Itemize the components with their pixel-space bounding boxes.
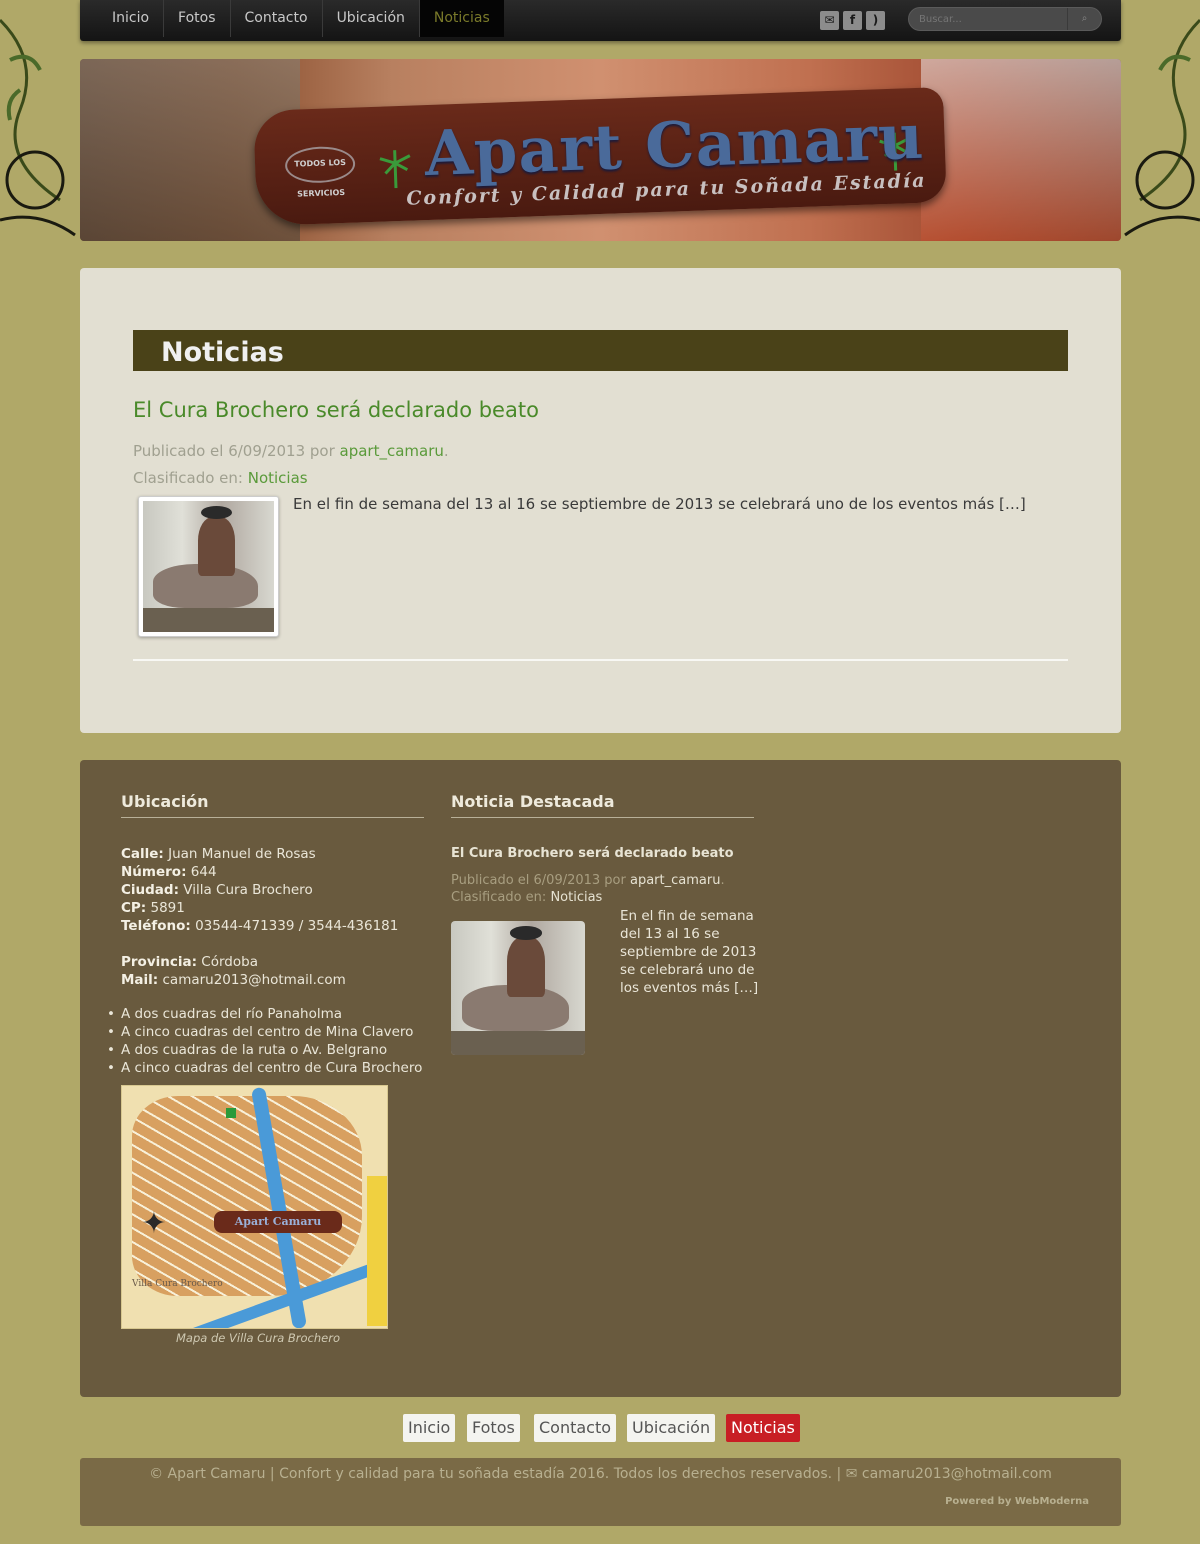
post-thumbnail[interactable] xyxy=(138,496,279,637)
category-link[interactable]: Noticias xyxy=(248,469,308,487)
mail-icon: ✉ xyxy=(845,1466,862,1482)
map-caption: Mapa de Villa Cura Brochero xyxy=(176,1331,341,1345)
map-brand-label: Apart Camaru xyxy=(214,1211,342,1233)
nav-item-contacto[interactable]: Contacto xyxy=(231,0,323,37)
top-navigation-bar: Inicio Fotos Contacto Ubicación Noticias… xyxy=(80,0,1121,41)
featured-thumbnail-image xyxy=(451,921,585,1055)
footer-nav-inicio[interactable]: Inicio xyxy=(403,1414,456,1442)
brand-sign[interactable]: TODOS LOS SERVICIOS Apart Camaru Confort… xyxy=(253,86,947,227)
footer-widgets: Ubicación Calle: Juan Manuel de Rosas Nú… xyxy=(80,760,1121,1397)
footer-nav-contacto[interactable]: Contacto xyxy=(534,1414,617,1442)
featured-post-thumbnail[interactable] xyxy=(451,921,585,1055)
search-button[interactable]: ⌕ xyxy=(1067,8,1101,30)
address-city: Ciudad: Villa Cura Brochero xyxy=(121,882,313,898)
nav-item-ubicacion[interactable]: Ubicación xyxy=(323,0,420,37)
copyright-footer: © Apart Camaru | Confort y calidad para … xyxy=(80,1458,1121,1526)
post-published-meta: Publicado el 6/09/2013 por apart_camaru. xyxy=(133,442,449,460)
copyright-text: © Apart Camaru | Confort y calidad para … xyxy=(149,1466,846,1482)
palm-tree-icon xyxy=(379,150,411,189)
nav-item-inicio[interactable]: Inicio xyxy=(98,0,165,37)
list-item: A dos cuadras del río Panaholma xyxy=(107,1005,422,1023)
featured-category-meta: Clasificado en: Noticias xyxy=(451,890,603,905)
author-link[interactable]: apart_camaru xyxy=(340,442,444,460)
list-item: A dos cuadras de la ruta o Av. Belgrano xyxy=(107,1041,422,1059)
rss-icon[interactable]: ) xyxy=(866,11,885,30)
nav-item-fotos[interactable]: Fotos xyxy=(164,0,231,37)
published-suffix: . xyxy=(443,442,449,460)
compass-icon: ✦ xyxy=(141,1206,167,1241)
widget-title-location: Ubicación xyxy=(121,792,209,811)
category-prefix: Clasificado en: xyxy=(133,469,248,487)
list-item: A cinco cuadras del centro de Cura Broch… xyxy=(107,1059,422,1077)
address-number: Número: 644 xyxy=(121,864,217,880)
main-nav: Inicio Fotos Contacto Ubicación Noticias xyxy=(98,0,504,37)
published-text: Publicado el 6/09/2013 por xyxy=(133,442,340,460)
footer-nav-ubicacion[interactable]: Ubicación xyxy=(627,1414,716,1442)
map-town-label: Villa Cura Brochero xyxy=(132,1279,223,1289)
post-category-meta: Clasificado en: Noticias xyxy=(133,469,308,487)
footer-navigation: Inicio Fotos Contacto Ubicación Noticias xyxy=(0,1414,1200,1442)
mail-icon[interactable]: ✉ xyxy=(820,11,839,30)
post-divider xyxy=(133,659,1068,661)
featured-category-link[interactable]: Noticias xyxy=(550,890,602,905)
search-icon: ⌕ xyxy=(1081,13,1088,24)
post-excerpt: En el fin de semana del 13 al 16 se sept… xyxy=(293,495,1026,513)
address-mail: Mail: camaru2013@hotmail.com xyxy=(121,972,346,988)
address-postal-code: CP: 5891 xyxy=(121,900,185,916)
powered-by-link[interactable]: Powered by WebModerna xyxy=(945,1496,1089,1507)
copyright-email-link[interactable]: camaru2013@hotmail.com xyxy=(862,1466,1052,1482)
featured-author-link[interactable]: apart_camaru xyxy=(630,873,720,888)
nav-item-noticias[interactable]: Noticias xyxy=(419,0,504,37)
location-map[interactable]: ✦ Apart Camaru Villa Cura Brochero xyxy=(121,1085,388,1329)
featured-post-title-link[interactable]: El Cura Brochero será declarado beato xyxy=(451,846,734,861)
widget-rule xyxy=(121,817,424,818)
list-item: A cinco cuadras del centro de Mina Clave… xyxy=(107,1023,422,1041)
banner-background-right xyxy=(921,59,1121,241)
main-content: Noticias El Cura Brochero será declarado… xyxy=(80,268,1121,733)
location-highlights: A dos cuadras del río Panaholma A cinco … xyxy=(107,1005,422,1077)
address-block: Calle: Juan Manuel de Rosas Número: 644 … xyxy=(121,845,398,989)
featured-post-excerpt: En el fin de semana del 13 al 16 se sept… xyxy=(620,908,759,996)
widget-rule xyxy=(451,817,754,818)
social-links: ✉ f ) xyxy=(820,11,885,30)
post-title-link[interactable]: El Cura Brochero será declarado beato xyxy=(133,398,539,422)
address-street: Calle: Juan Manuel de Rosas xyxy=(121,846,316,862)
facebook-icon[interactable]: f xyxy=(843,11,862,30)
search-box: ⌕ xyxy=(908,7,1102,31)
services-badge: TODOS LOS SERVICIOS xyxy=(284,145,356,199)
search-input[interactable] xyxy=(919,11,1064,27)
page-title: Noticias xyxy=(133,330,1068,371)
footer-nav-fotos[interactable]: Fotos xyxy=(467,1414,520,1442)
address-phone: Teléfono: 03544-471339 / 3544-436181 xyxy=(121,918,399,934)
post-thumbnail-image xyxy=(143,501,274,632)
header-banner: TODOS LOS SERVICIOS Apart Camaru Confort… xyxy=(80,59,1121,241)
widget-title-featured: Noticia Destacada xyxy=(451,792,615,811)
featured-published-meta: Publicado el 6/09/2013 por apart_camaru. xyxy=(451,873,725,888)
footer-nav-noticias[interactable]: Noticias xyxy=(726,1414,800,1442)
copyright-line: © Apart Camaru | Confort y calidad para … xyxy=(80,1466,1121,1482)
address-province: Provincia: Córdoba xyxy=(121,954,258,970)
